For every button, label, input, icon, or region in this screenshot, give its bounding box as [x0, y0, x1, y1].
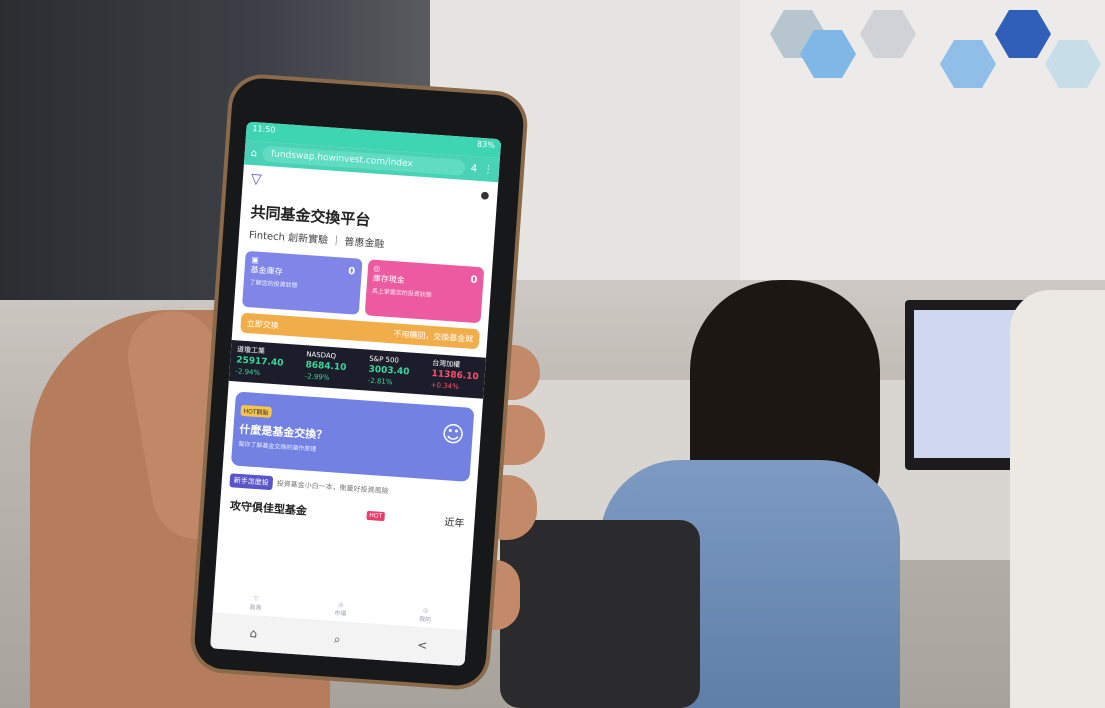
instant-swap-desc: 不用贖回，交換基金就: [393, 328, 474, 344]
market-icon: ◎: [338, 601, 344, 609]
status-time: 11:50: [252, 123, 276, 135]
notification-icon[interactable]: ●: [480, 190, 489, 202]
market-ticker: 道瓊工業 25917.40 -2.94% NASDAQ 8684.10 -2.9…: [228, 340, 486, 399]
instant-swap-label: 立即交換: [246, 318, 280, 330]
logo-icon[interactable]: ▽: [250, 171, 262, 188]
nav-home[interactable]: ▽ 首頁: [249, 595, 262, 612]
ticker-item[interactable]: S&P 500 3003.40 -2.81%: [367, 354, 410, 390]
person-white-sweater: [1010, 290, 1105, 708]
fund-title: 攻守俱佳型基金: [229, 499, 308, 518]
cash-card[interactable]: ◎ 庫存現金 馬上掌握您的投資狀態 0: [364, 259, 485, 324]
search-icon[interactable]: ⌕: [333, 631, 341, 646]
home-icon[interactable]: ⌂: [249, 626, 258, 640]
smartphone: 11:50 83% ⌂ fundswap.howinvest.com/index…: [192, 76, 526, 688]
guide-label: 新手怎麼投: [229, 473, 274, 491]
fund-section-header: 攻守俱佳型基金 HOT 近年: [230, 497, 466, 529]
profile-icon: ◎: [422, 607, 429, 615]
guide-desc: 投資基金小白一本，衡量好投資風險: [276, 479, 389, 496]
hot-badge: HOT: [365, 510, 386, 521]
nav-label: 首頁: [249, 603, 262, 612]
promo-banner[interactable]: HOT觀點 什麼是基金交換？ 幫你了解基金交換的運作原理 ☺: [230, 391, 475, 482]
holdings-card[interactable]: ▣ 基金庫存 了解您的投資狀態 0: [241, 250, 363, 315]
home-logo-icon: ▽: [253, 595, 259, 603]
phone-screen: 11:50 83% ⌂ fundswap.howinvest.com/index…: [210, 121, 502, 667]
ticker-item[interactable]: 台灣加權 11386.10 +0.34%: [430, 358, 479, 394]
nav-label: 市場: [334, 609, 347, 618]
ticker-item[interactable]: NASDAQ 8684.10 -2.99%: [304, 349, 347, 385]
office-photo: 11:50 83% ⌂ fundswap.howinvest.com/index…: [0, 0, 1105, 708]
cash-value: 0: [470, 274, 478, 286]
nav-label: 我的: [418, 615, 432, 624]
battery-level: 83%: [476, 139, 496, 150]
more-menu-icon[interactable]: ⋮: [483, 164, 494, 176]
banner-tag: HOT觀點: [240, 404, 272, 418]
home-icon[interactable]: ⌂: [250, 147, 257, 158]
ticker-item[interactable]: 道瓊工業 25917.40 -2.94%: [235, 344, 284, 380]
office-chair: [500, 520, 700, 708]
fund-period[interactable]: 近年: [444, 513, 465, 529]
tab-count[interactable]: 4: [470, 163, 477, 174]
illustration-person-icon: ☺: [440, 421, 466, 449]
nav-market[interactable]: ◎ 市場: [334, 601, 347, 618]
holdings-value: 0: [347, 265, 356, 278]
share-icon[interactable]: <: [417, 638, 428, 653]
nav-me[interactable]: ◎ 我的: [419, 607, 432, 624]
